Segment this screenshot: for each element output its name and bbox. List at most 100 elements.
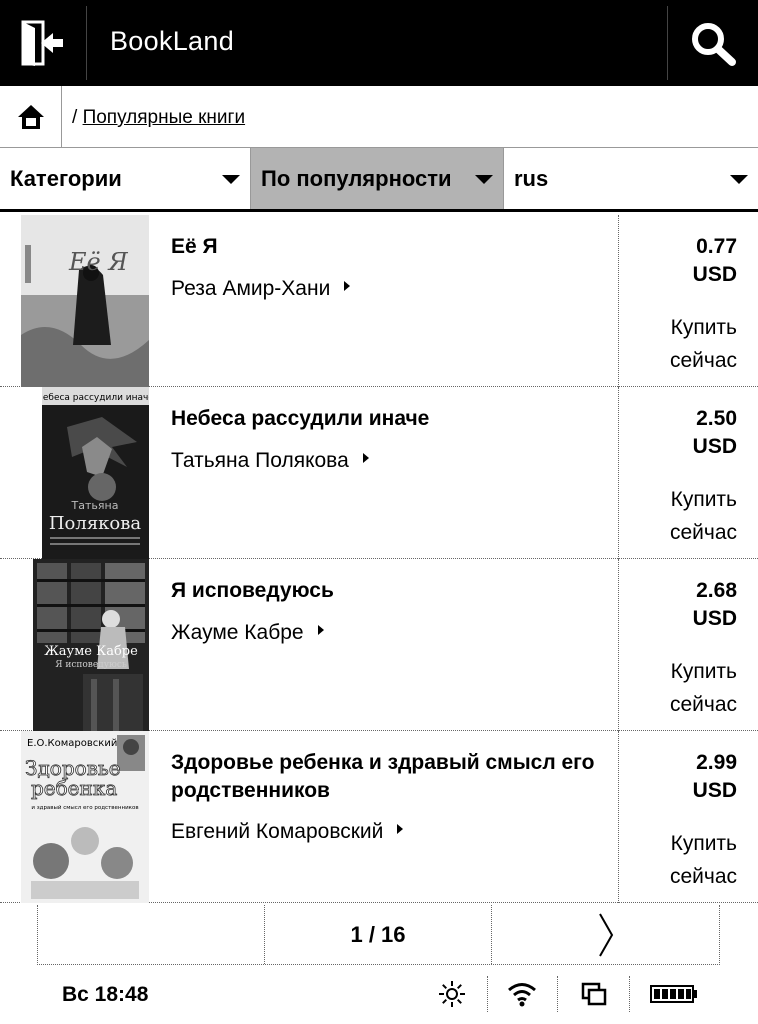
status-divider bbox=[557, 976, 558, 1012]
book-author-link[interactable]: Татьяна Полякова bbox=[171, 448, 369, 474]
breadcrumb-current-link[interactable]: Популярные книги bbox=[83, 107, 246, 128]
search-icon bbox=[692, 23, 736, 66]
wifi-button[interactable] bbox=[502, 974, 542, 1014]
row-divider bbox=[618, 215, 619, 387]
price-value: 2.50 bbox=[696, 407, 737, 430]
book-cover[interactable]: Е.О.Комаровский Здоровье ребенка и здрав… bbox=[21, 731, 149, 903]
author-name: Татьяна Полякова bbox=[171, 449, 349, 472]
clock: Вс 18:48 bbox=[62, 983, 149, 1006]
breadcrumb-path: / Популярные книги bbox=[72, 107, 245, 129]
book-row[interactable]: Её Я Её Я Реза Амир-Хани 0.77 USD Купить… bbox=[0, 215, 758, 387]
author-name: Евгений Комаровский bbox=[171, 820, 384, 843]
book-list: Её Я Её Я Реза Амир-Хани 0.77 USD Купить… bbox=[0, 215, 758, 903]
cover-author-first: Татьяна bbox=[71, 499, 119, 512]
status-bar: Вс 18:48 bbox=[0, 968, 758, 1024]
buy-label-line2: сейчас bbox=[669, 693, 737, 716]
row-divider bbox=[618, 731, 619, 903]
book-row[interactable]: Жауме Кабре Я исповедуюсь Я исповедуюсь … bbox=[0, 559, 758, 731]
filter-bar: Категории По популярности rus bbox=[0, 148, 758, 212]
price-value: 0.77 bbox=[696, 235, 737, 258]
page-indicator: 1 / 16 bbox=[265, 905, 493, 964]
buy-label-line1: Купить bbox=[670, 660, 737, 683]
status-divider bbox=[629, 976, 630, 1012]
book-author-link[interactable]: Реза Амир-Хани bbox=[171, 276, 351, 302]
category-dropdown[interactable]: Категории bbox=[0, 148, 251, 209]
price-value: 2.68 bbox=[696, 579, 737, 602]
buy-label-line1: Купить bbox=[670, 832, 737, 855]
book-cover[interactable]: Небеса рассудили иначе Татьяна Полякова bbox=[42, 387, 149, 559]
home-button[interactable] bbox=[0, 86, 62, 148]
header-divider bbox=[86, 6, 87, 80]
book-row[interactable]: Небеса рассудили иначе Татьяна Полякова … bbox=[0, 387, 758, 559]
price-currency: USD bbox=[692, 263, 737, 286]
price-currency: USD bbox=[692, 607, 737, 630]
author-arrow-icon bbox=[362, 453, 369, 464]
language-dropdown[interactable]: rus bbox=[503, 148, 758, 209]
book-price: 0.77 USD bbox=[693, 233, 737, 289]
battery-icon bbox=[650, 985, 697, 1003]
wifi-icon bbox=[508, 983, 536, 1007]
cover-author-text: Жауме Кабре bbox=[44, 644, 138, 659]
breadcrumb-separator: / bbox=[72, 107, 78, 128]
buy-now-button[interactable]: Купить сейчас bbox=[670, 483, 737, 549]
book-cover[interactable]: Жауме Кабре Я исповедуюсь bbox=[33, 559, 149, 731]
buy-label-line2: сейчас bbox=[669, 865, 737, 888]
author-name: Жауме Кабре bbox=[171, 621, 304, 644]
chevron-right-icon bbox=[598, 913, 613, 956]
book-title[interactable]: Я исповедуюсь bbox=[171, 577, 611, 605]
app-header: BookLand bbox=[0, 0, 758, 86]
dropdown-arrow-icon bbox=[475, 175, 493, 184]
book-price: 2.99 USD bbox=[693, 749, 737, 805]
filter-label: rus bbox=[514, 165, 549, 191]
prev-page-button[interactable] bbox=[38, 905, 265, 964]
dropdown-arrow-icon bbox=[730, 175, 748, 184]
sort-dropdown[interactable]: По популярности bbox=[251, 148, 503, 209]
brightness-button[interactable] bbox=[432, 974, 472, 1014]
book-price: 2.68 USD bbox=[693, 577, 737, 633]
filter-label: По популярности bbox=[261, 165, 452, 191]
cover-top-text: Небеса рассудили иначе bbox=[42, 393, 149, 403]
cover-author-text: Е.О.Комаровский bbox=[27, 738, 117, 749]
search-button[interactable] bbox=[668, 0, 758, 86]
author-arrow-icon bbox=[397, 824, 404, 835]
tasks-icon bbox=[581, 982, 607, 1006]
battery-indicator[interactable] bbox=[646, 974, 702, 1014]
buy-now-button[interactable]: Купить сейчас bbox=[670, 655, 737, 721]
buy-now-button[interactable]: Купить сейчас bbox=[670, 827, 737, 893]
book-author-link[interactable]: Евгений Комаровский bbox=[171, 819, 404, 845]
price-currency: USD bbox=[692, 435, 737, 458]
cover-title-big-2: ребенка bbox=[31, 776, 117, 800]
home-icon bbox=[17, 105, 44, 129]
buy-label-line1: Купить bbox=[670, 316, 737, 339]
book-price: 2.50 USD bbox=[693, 405, 737, 461]
buy-now-button[interactable]: Купить сейчас bbox=[670, 311, 737, 377]
exit-icon bbox=[21, 20, 63, 66]
book-author-link[interactable]: Жауме Кабре bbox=[171, 620, 324, 646]
author-arrow-icon bbox=[317, 625, 324, 636]
row-divider bbox=[618, 559, 619, 731]
breadcrumb: / Популярные книги bbox=[0, 86, 758, 148]
book-cover[interactable]: Её Я bbox=[21, 215, 149, 387]
buy-label-line1: Купить bbox=[670, 488, 737, 511]
next-page-button[interactable] bbox=[492, 905, 719, 964]
book-title[interactable]: Её Я bbox=[171, 233, 611, 261]
app-title: BookLand bbox=[110, 26, 235, 56]
cover-author-last: Полякова bbox=[49, 513, 142, 534]
filter-label: Категории bbox=[10, 165, 122, 191]
author-name: Реза Амир-Хани bbox=[171, 277, 331, 300]
cover-subtitle: и здравый смысл его родственников bbox=[31, 804, 138, 811]
tasks-button[interactable] bbox=[574, 974, 614, 1014]
price-currency: USD bbox=[692, 779, 737, 802]
status-divider bbox=[487, 976, 488, 1012]
book-title[interactable]: Небеса рассудили иначе bbox=[171, 405, 611, 433]
price-value: 2.99 bbox=[696, 751, 737, 774]
book-title[interactable]: Здоровье ребенка и здравый смысл его род… bbox=[171, 749, 611, 805]
exit-button[interactable] bbox=[0, 0, 86, 86]
buy-label-line2: сейчас bbox=[669, 349, 737, 372]
cover-title-text: Я исповедуюсь bbox=[55, 660, 127, 670]
pagination: 1 / 16 bbox=[37, 905, 720, 965]
row-divider bbox=[618, 387, 619, 559]
book-row[interactable]: Е.О.Комаровский Здоровье ребенка и здрав… bbox=[0, 731, 758, 903]
author-arrow-icon bbox=[344, 281, 351, 292]
dropdown-arrow-icon bbox=[222, 175, 240, 184]
